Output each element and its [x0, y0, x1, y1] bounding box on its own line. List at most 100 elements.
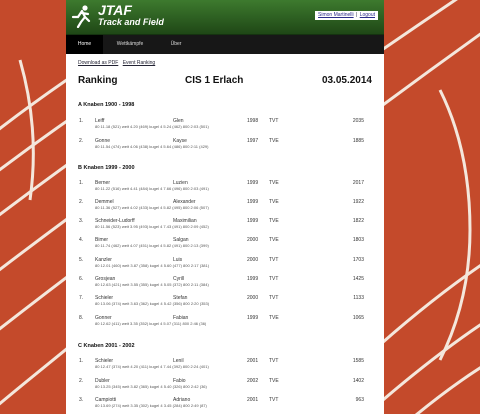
ranking-row: 8. Gonner Fabian 1999 TVE 1065 80 12.62 …	[78, 313, 372, 329]
rank: 7.	[79, 295, 84, 301]
rank: 1.	[79, 180, 84, 186]
points: 1803	[352, 237, 364, 243]
ranking-row: 1. Schieler Lenil 2001 TVT 1585 80 12.47…	[78, 356, 372, 372]
rank: 3.	[79, 397, 84, 403]
club: TVT	[269, 276, 279, 282]
rank: 1.	[79, 358, 84, 364]
result-detail: 80 13.69 (274) weit 3.35 (302) kugel 4 3…	[95, 403, 207, 408]
club: TVE	[269, 315, 279, 321]
rank: 8.	[79, 315, 84, 321]
ranking-row: 1. Leiff Glen 1998 TVT 2035 80 11.18 (52…	[78, 116, 372, 132]
user-box: Simon Martinelli | Logout	[315, 11, 378, 20]
result-detail: 80 11.36 (527) weit 4.02 (433) kugel 4 5…	[95, 205, 209, 210]
rank: 5.	[79, 257, 84, 263]
result-detail: 80 11.18 (521) weit 4.20 (469) kugel 4 5…	[95, 124, 209, 129]
birth-year: 1999	[247, 276, 259, 282]
birth-year: 1999	[247, 199, 259, 205]
club: TVE	[269, 199, 279, 205]
points: 963	[355, 397, 364, 403]
nav-item-home[interactable]: Home	[66, 35, 103, 54]
club: TVE	[269, 378, 279, 384]
points: 1133	[353, 295, 364, 301]
rank: 3.	[79, 218, 84, 224]
result-detail: 80 13.25 (345) weit 3.82 (365) kugel 4 5…	[95, 384, 207, 389]
ranking-row: 3. Schneider-Ludorff Maximilian 1999 TVE…	[78, 216, 372, 232]
rank: 4.	[79, 237, 84, 243]
birth-year: 2001	[247, 397, 259, 403]
result-detail: 80 11.22 (516) weit 4.41 (484) kugel 4 7…	[95, 186, 209, 191]
points: 1402	[352, 378, 364, 384]
result-detail: 80 11.54 (474) weit 4.06 (438) kugel 4 5…	[95, 144, 209, 149]
category-title: B Knaben 1999 - 2000	[78, 165, 135, 171]
points: 1822	[352, 218, 364, 224]
result-detail: 80 13.06 (374) weit 3.63 (362) kugel 4 5…	[95, 301, 210, 306]
category-title: A Knaben 1900 - 1998	[78, 102, 135, 108]
logout-link[interactable]: Logout	[360, 12, 375, 18]
points: 1703	[352, 257, 364, 263]
points: 1065	[352, 315, 364, 321]
ranking-row: 7. Schieler Stefan 2000 TVT 1133 80 13.0…	[78, 293, 372, 309]
event-name: CIS 1 Erlach	[185, 75, 244, 86]
export-links: Download as PDF Event Ranking	[78, 60, 158, 66]
points: 1585	[352, 358, 364, 364]
result-detail: 80 12.62 (411) weit 3.35 (352) kugel 4 5…	[95, 321, 207, 326]
club: TVT	[269, 358, 279, 364]
birth-year: 2000	[247, 295, 259, 301]
rank: 6.	[79, 276, 84, 282]
ranking-row: 5. Kanzler Luis 2000 TVT 1703 80 12.01 (…	[78, 255, 372, 271]
birth-year: 2002	[247, 378, 259, 384]
nav-item-about[interactable]: Über	[162, 35, 190, 54]
birth-year: 1999	[247, 218, 259, 224]
brand: JTAF Track and Field	[98, 3, 164, 27]
club: TVT	[269, 118, 279, 124]
club: TVT	[269, 397, 279, 403]
result-detail: 80 12.47 (374) weit 4.20 (411) kugel 4 7…	[95, 364, 209, 369]
club: TVT	[269, 295, 279, 301]
points: 1885	[352, 138, 364, 144]
user-link[interactable]: Simon Martinelli	[318, 12, 354, 18]
ranking-row: 6. Grosjean Cyrill 1999 TVT 1425 80 12.6…	[78, 274, 372, 290]
birth-year: 2000	[247, 237, 259, 243]
birth-year: 1997	[247, 138, 259, 144]
nav-item-competitions[interactable]: Wettkämpfe	[110, 35, 150, 54]
main-nav: Home Wettkämpfe Über	[66, 35, 384, 54]
rank: 2.	[79, 138, 84, 144]
points: 1922	[352, 199, 364, 205]
result-detail: 80 11.74 (462) weit 4.07 (451) kugel 4 5…	[95, 243, 209, 248]
event-ranking-link[interactable]: Event Ranking	[123, 60, 156, 66]
ranking-title-row: Ranking CIS 1 Erlach 03.05.2014	[78, 75, 372, 89]
club: TVE	[269, 180, 279, 186]
ranking-row: 4. Bimer Salgan 2000 TVE 1803 80 11.74 (…	[78, 235, 372, 251]
ranking-row: 2. Demmel Alexander 1999 TVE 1922 80 11.…	[78, 197, 372, 213]
club: TVE	[269, 138, 279, 144]
brand-subtitle: Track and Field	[98, 17, 164, 27]
ranking-row: 3. Campiotti Adriano 2001 TVT 963 80 13.…	[78, 395, 372, 411]
birth-year: 2000	[247, 257, 259, 263]
birth-year: 1999	[247, 180, 259, 186]
result-detail: 80 12.63 (421) weit 3.55 (355) kugel 4 5…	[95, 282, 209, 287]
birth-year: 1998	[247, 118, 259, 124]
user-separator: |	[356, 12, 358, 18]
club: TVE	[269, 237, 279, 243]
birth-year: 1999	[247, 315, 259, 321]
download-pdf-link[interactable]: Download as PDF	[78, 60, 118, 66]
rank: 1.	[79, 118, 84, 124]
main-content: Download as PDF Event Ranking Ranking CI…	[66, 54, 384, 414]
birth-year: 2001	[247, 358, 259, 364]
rank: 2.	[79, 199, 84, 205]
app-header: JTAF Track and Field Simon Martinelli | …	[66, 0, 384, 35]
rank: 2.	[79, 378, 84, 384]
points: 2017	[352, 180, 364, 186]
points: 2035	[352, 118, 364, 124]
page-title: Ranking	[78, 75, 118, 86]
result-detail: 80 11.56 (523) weit 3.95 (493) kugel 4 7…	[95, 224, 209, 229]
club: TVT	[269, 257, 279, 263]
runner-logo-icon	[71, 5, 91, 28]
club: TVE	[269, 218, 279, 224]
event-date: 03.05.2014	[321, 75, 372, 86]
ranking-row: 2. Dubler Fabio 2002 TVE 1402 80 13.25 (…	[78, 376, 372, 392]
ranking-row: 2. Gonne Kayse 1997 TVE 1885 80 11.54 (4…	[78, 136, 372, 152]
points: 1425	[352, 276, 364, 282]
category-title: C Knaben 2001 - 2002	[78, 343, 135, 349]
brand-title: JTAF	[98, 2, 132, 18]
